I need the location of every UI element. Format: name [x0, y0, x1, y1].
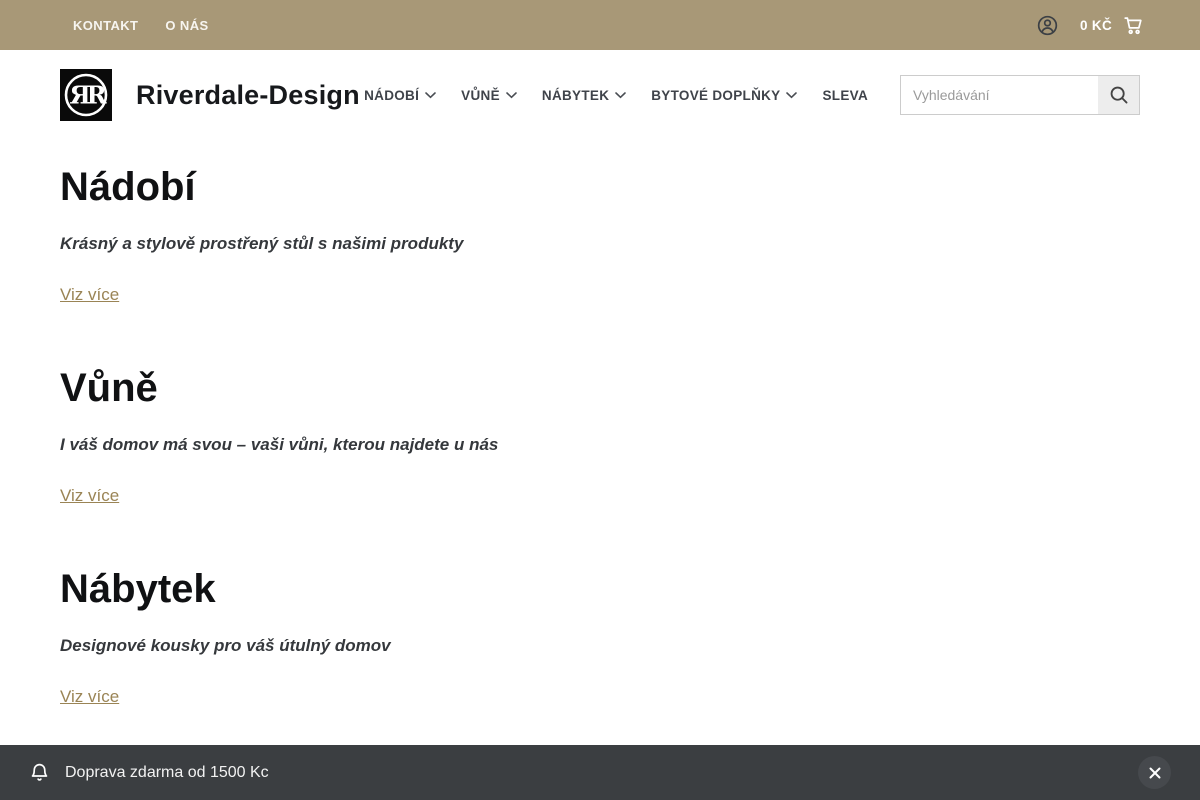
site-title[interactable]: Riverdale-Design	[136, 80, 360, 111]
main-nav: NÁDOBÍ VŮNĚ NÁBYTEK BYTOVÉ DOPLŇKY SLEVA	[364, 88, 868, 103]
section-nadobi: Nádobí Krásný a stylově prostřený stůl s…	[60, 166, 1140, 305]
logo-monogram: ЯR	[69, 81, 107, 110]
section-subtitle: Designové kousky pro váš útulný domov	[60, 636, 1140, 656]
section-vune: Vůně I váš domov má svou – vaši vůni, kt…	[60, 367, 1140, 506]
close-button[interactable]	[1138, 756, 1171, 789]
nav-item-nadobi[interactable]: NÁDOBÍ	[364, 88, 436, 103]
cart-link[interactable]: 0 KČ	[1080, 14, 1144, 36]
chevron-down-icon	[786, 92, 797, 99]
search-icon	[1109, 85, 1129, 105]
section-title: Nábytek	[60, 568, 1140, 610]
topbar-link-kontakt[interactable]: KONTAKT	[73, 18, 138, 33]
chevron-down-icon	[615, 92, 626, 99]
section-title: Vůně	[60, 367, 1140, 409]
nav-item-bytove-doplnky[interactable]: BYTOVÉ DOPLŇKY	[651, 88, 797, 103]
search-box	[900, 75, 1140, 115]
topbar: KONTAKT O NÁS 0 KČ	[0, 0, 1200, 50]
nav-item-nabytek[interactable]: NÁBYTEK	[542, 88, 626, 103]
topbar-right: 0 KČ	[1036, 14, 1144, 37]
nav-label: NÁBYTEK	[542, 88, 609, 103]
close-icon	[1149, 767, 1161, 779]
account-circle-icon[interactable]	[1036, 14, 1059, 37]
cart-total: 0 KČ	[1080, 18, 1112, 33]
nav-label: SLEVA	[822, 88, 868, 103]
main-content: Nádobí Krásný a stylově prostřený stůl s…	[0, 140, 1200, 707]
cart-icon	[1122, 14, 1144, 36]
section-subtitle: Krásný a stylově prostřený stůl s našimi…	[60, 234, 1140, 254]
nav-item-sleva[interactable]: SLEVA	[822, 88, 868, 103]
nav-label: BYTOVÉ DOPLŇKY	[651, 88, 780, 103]
nav-label: VŮNĚ	[461, 88, 500, 103]
bell-icon	[29, 762, 50, 783]
chevron-down-icon	[425, 92, 436, 99]
topbar-nav: KONTAKT O NÁS	[73, 18, 209, 33]
topbar-link-o-nas[interactable]: O NÁS	[165, 18, 208, 33]
viz-vice-link[interactable]: Viz více	[60, 687, 119, 707]
chevron-down-icon	[506, 92, 517, 99]
site-header: ЯR Riverdale-Design NÁDOBÍ VŮNĚ NÁBYTEK …	[0, 50, 1200, 140]
search-input[interactable]	[900, 75, 1098, 115]
viz-vice-link[interactable]: Viz více	[60, 486, 119, 506]
nav-label: NÁDOBÍ	[364, 88, 419, 103]
viz-vice-link[interactable]: Viz více	[60, 285, 119, 305]
notification-bar: Doprava zdarma od 1500 Kc	[0, 745, 1200, 800]
search-button[interactable]	[1098, 75, 1140, 115]
section-nabytek: Nábytek Designové kousky pro váš útulný …	[60, 568, 1140, 707]
section-subtitle: I váš domov má svou – vaši vůni, kterou …	[60, 435, 1140, 455]
section-title: Nádobí	[60, 166, 1140, 208]
notification-message: Doprava zdarma od 1500 Kc	[65, 764, 269, 782]
nav-item-vune[interactable]: VŮNĚ	[461, 88, 517, 103]
site-logo[interactable]: ЯR	[60, 69, 112, 121]
